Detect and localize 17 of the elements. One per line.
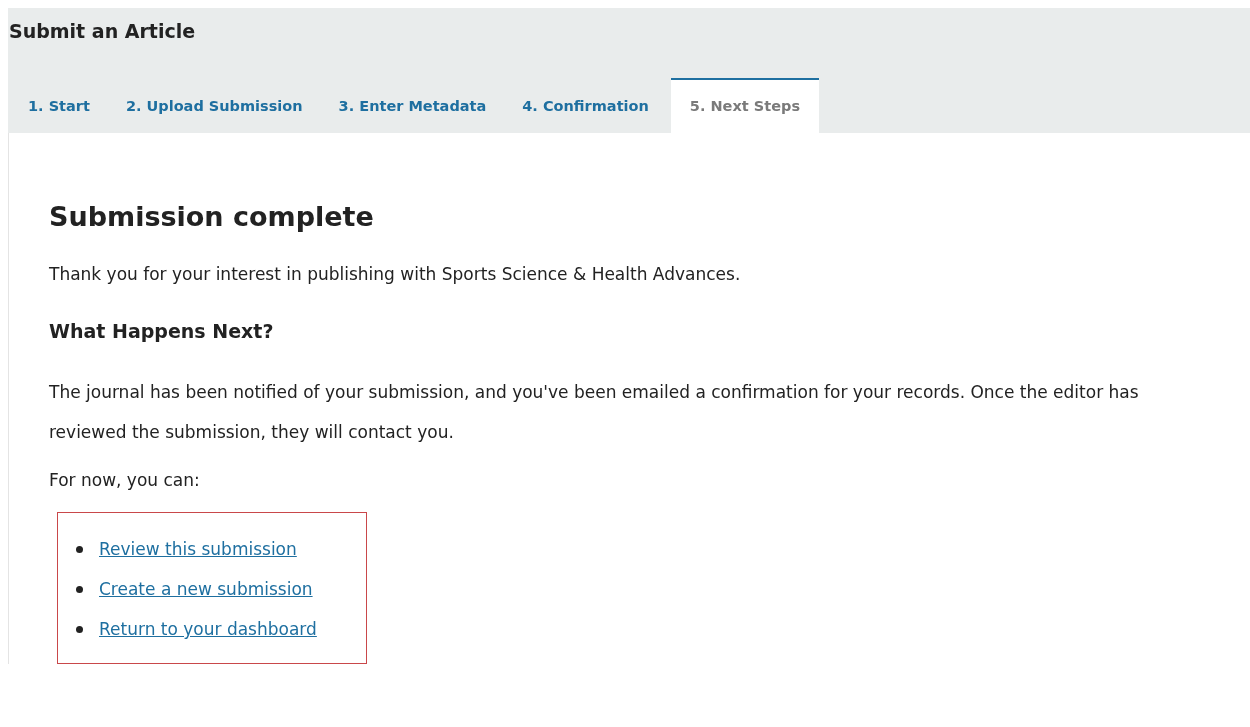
bullet-icon	[76, 625, 83, 633]
step-tab[interactable]: 4. Confirmation	[508, 78, 663, 133]
action-link[interactable]: Create a new submission	[99, 579, 313, 599]
step-tab[interactable]: 5. Next Steps	[670, 78, 819, 133]
subheading: What Happens Next?	[49, 320, 275, 342]
action-link[interactable]: Review this submission	[99, 539, 297, 559]
section-heading: Submission complete	[49, 201, 375, 232]
body-text: The journal has been notified of your submission, and you've been emailed a confirmation for your records. Once the editor has reviewed the submission, they will contact you.	[49, 381, 1140, 444]
intro-text: Thank you for your interest in publishing with Sports Science & Health Advances.	[49, 264, 742, 284]
bullet-icon	[76, 585, 83, 593]
action-link[interactable]: Return to your dashboard	[99, 619, 317, 639]
step-tab[interactable]: 1. Start	[14, 78, 104, 133]
page-title: Submit an Article	[8, 20, 197, 44]
lead-text: For now, you can:	[49, 470, 201, 490]
bullet-icon	[76, 545, 83, 553]
step-tab[interactable]: 3. Enter Metadata	[324, 78, 501, 133]
step-tab[interactable]: 2. Upload Submission	[111, 78, 317, 133]
